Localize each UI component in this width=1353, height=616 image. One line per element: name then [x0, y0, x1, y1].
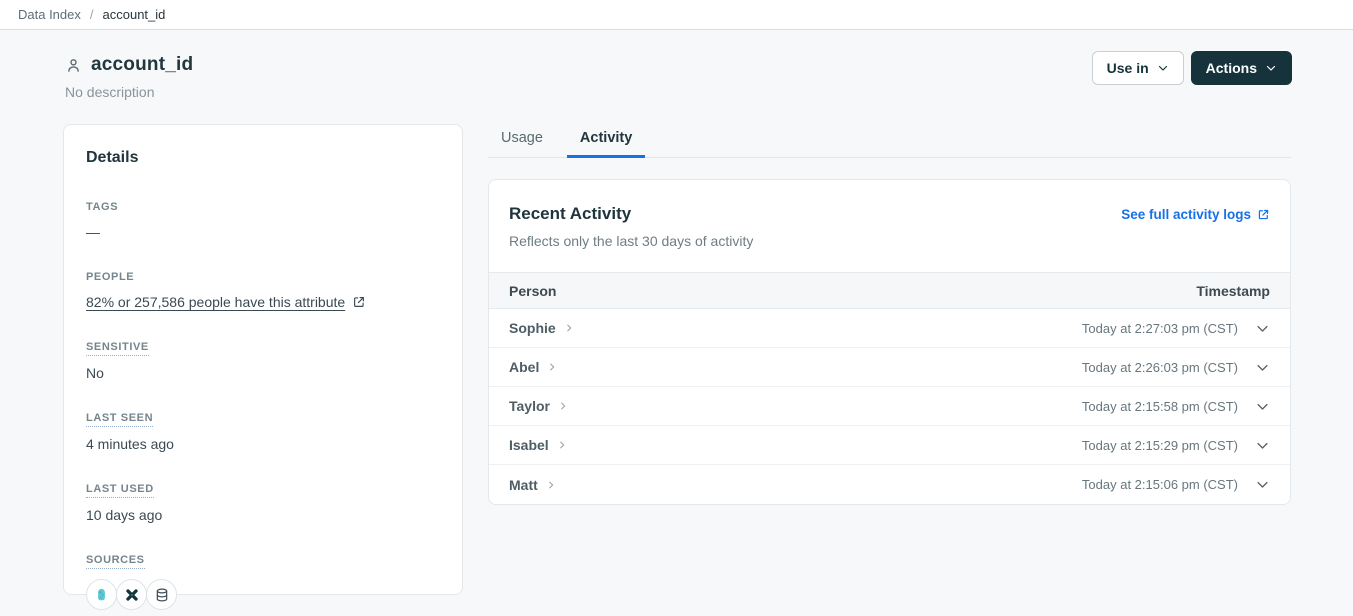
people-label: PEOPLE — [86, 271, 134, 283]
field-last-used: LAST USED 10 days ago — [86, 479, 440, 523]
person-link[interactable]: Taylor — [509, 398, 568, 414]
tab-bar: Usage Activity — [488, 124, 1291, 158]
column-timestamp: Timestamp — [1196, 283, 1270, 299]
expand-row-chevron-icon[interactable] — [1255, 438, 1270, 453]
expand-row-chevron-icon[interactable] — [1255, 477, 1270, 492]
chevron-right-icon — [558, 401, 568, 411]
activity-link-label: See full activity logs — [1121, 207, 1251, 222]
tab-usage[interactable]: Usage — [488, 124, 556, 158]
chevron-right-icon — [546, 480, 556, 490]
tab-activity[interactable]: Activity — [567, 124, 645, 158]
last-used-label[interactable]: LAST USED — [86, 483, 154, 498]
breadcrumb-current: account_id — [103, 7, 166, 22]
row-timestamp: Today at 2:26:03 pm (CST) — [1082, 360, 1238, 375]
actions-button[interactable]: Actions — [1191, 51, 1292, 85]
person-link[interactable]: Matt — [509, 477, 556, 493]
chevron-right-icon — [557, 440, 567, 450]
see-full-activity-logs-link[interactable]: See full activity logs — [1121, 207, 1270, 222]
field-sensitive: SENSITIVE No — [86, 337, 440, 381]
source-badge[interactable] — [86, 579, 117, 610]
x-logo-icon — [124, 587, 140, 603]
actions-label: Actions — [1206, 60, 1257, 76]
external-link-icon — [352, 295, 366, 309]
recent-activity-subtitle: Reflects only the last 30 days of activi… — [509, 233, 1270, 249]
activity-row[interactable]: Taylor Today at 2:15:58 pm (CST) — [489, 387, 1290, 426]
last-used-value: 10 days ago — [86, 507, 440, 523]
source-badge[interactable] — [116, 579, 147, 610]
field-people: PEOPLE 82% or 257,586 people have this a… — [86, 267, 440, 310]
row-timestamp: Today at 2:15:06 pm (CST) — [1082, 477, 1238, 492]
activity-table-header: Person Timestamp — [489, 272, 1290, 309]
row-timestamp: Today at 2:27:03 pm (CST) — [1082, 321, 1238, 336]
person-attribute-icon — [65, 57, 82, 74]
top-bar: Data Index / account_id — [0, 0, 1353, 30]
column-person: Person — [509, 283, 556, 299]
source-badge[interactable] — [146, 579, 177, 610]
row-timestamp: Today at 2:15:58 pm (CST) — [1082, 399, 1238, 414]
page-header: account_id No description Use in Actions — [0, 30, 1353, 100]
activity-row[interactable]: Sophie Today at 2:27:03 pm (CST) — [489, 309, 1290, 348]
people-attribute-link[interactable]: 82% or 257,586 people have this attribut… — [86, 294, 440, 310]
main-panel: Usage Activity Recent Activity Reflects … — [488, 124, 1291, 505]
breadcrumb-data-index[interactable]: Data Index — [18, 7, 81, 22]
activity-row[interactable]: Isabel Today at 2:15:29 pm (CST) — [489, 426, 1290, 465]
last-seen-label[interactable]: LAST SEEN — [86, 412, 153, 427]
external-link-icon — [1257, 208, 1270, 221]
recent-activity-header: Recent Activity Reflects only the last 3… — [489, 180, 1290, 272]
person-link[interactable]: Abel — [509, 359, 557, 375]
use-in-button[interactable]: Use in — [1092, 51, 1184, 85]
people-link-text: 82% or 257,586 people have this attribut… — [86, 294, 345, 310]
expand-row-chevron-icon[interactable] — [1255, 399, 1270, 414]
last-seen-value: 4 minutes ago — [86, 436, 440, 452]
expand-row-chevron-icon[interactable] — [1255, 321, 1270, 336]
row-timestamp: Today at 2:15:29 pm (CST) — [1082, 438, 1238, 453]
expand-row-chevron-icon[interactable] — [1255, 360, 1270, 375]
person-name: Isabel — [509, 437, 549, 453]
breadcrumb-separator: / — [90, 7, 94, 22]
activity-row[interactable]: Matt Today at 2:15:06 pm (CST) — [489, 465, 1290, 504]
activity-row[interactable]: Abel Today at 2:26:03 pm (CST) — [489, 348, 1290, 387]
person-link[interactable]: Sophie — [509, 320, 574, 336]
person-name: Taylor — [509, 398, 550, 414]
field-sources: SOURCES — [86, 550, 440, 610]
chevron-right-icon — [564, 323, 574, 333]
person-link[interactable]: Isabel — [509, 437, 567, 453]
mascot-icon — [93, 586, 110, 603]
chevron-right-icon — [547, 362, 557, 372]
sensitive-value: No — [86, 365, 440, 381]
sources-label[interactable]: SOURCES — [86, 554, 145, 569]
tags-label: TAGS — [86, 201, 118, 213]
page-title: account_id — [91, 54, 193, 76]
use-in-label: Use in — [1107, 60, 1149, 76]
person-name: Abel — [509, 359, 539, 375]
details-title: Details — [86, 149, 440, 167]
person-name: Sophie — [509, 320, 556, 336]
tags-value: — — [86, 224, 440, 240]
field-last-seen: LAST SEEN 4 minutes ago — [86, 408, 440, 452]
recent-activity-card: Recent Activity Reflects only the last 3… — [488, 179, 1291, 505]
chevron-down-icon — [1265, 62, 1277, 74]
details-card: Details TAGS — PEOPLE 82% or 257,586 peo… — [63, 124, 463, 595]
page-subtitle: No description — [65, 84, 1292, 100]
field-tags: TAGS — — [86, 197, 440, 240]
person-name: Matt — [509, 477, 538, 493]
sensitive-label[interactable]: SENSITIVE — [86, 341, 149, 356]
database-icon — [154, 587, 170, 603]
chevron-down-icon — [1157, 62, 1169, 74]
